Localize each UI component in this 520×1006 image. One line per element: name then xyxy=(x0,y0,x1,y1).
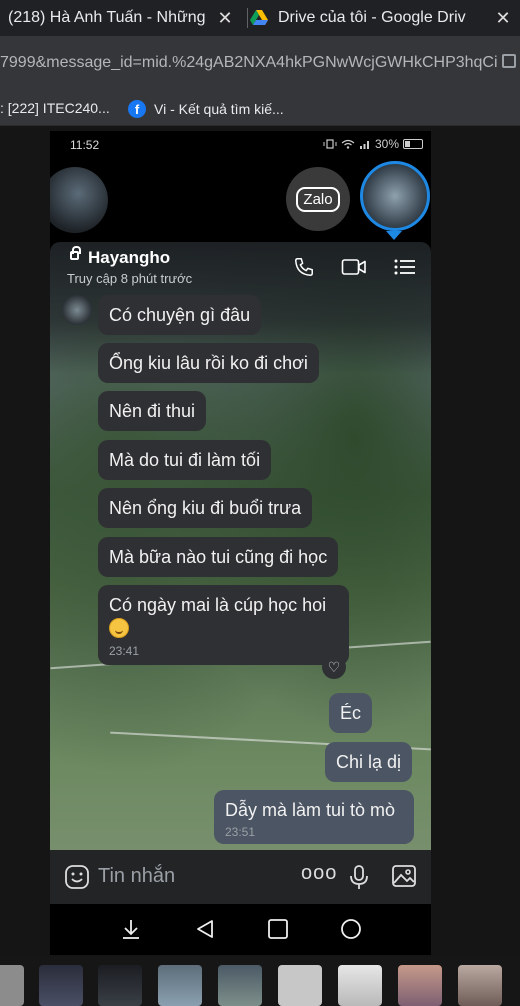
message-text: Nên ổng kiu đi buổi trưa xyxy=(109,498,302,518)
battery-percent: 30% xyxy=(374,137,399,151)
active-chat-head[interactable] xyxy=(360,161,430,231)
message-text: Chi lạ dị xyxy=(336,752,402,772)
thumbnail[interactable] xyxy=(458,965,502,1006)
emoji-sticker-icon[interactable] xyxy=(64,864,90,890)
facebook-icon: f xyxy=(128,100,146,118)
last-seen: Truy cập 8 phút trước xyxy=(67,271,193,286)
thumbnail[interactable] xyxy=(278,965,322,1006)
message-time: 23:51 xyxy=(225,825,256,839)
thumbnail[interactable] xyxy=(338,965,382,1006)
thumbnail[interactable] xyxy=(0,965,24,1006)
message-time: 23:41 xyxy=(109,644,140,658)
recents-icon[interactable] xyxy=(267,918,289,940)
incoming-message[interactable]: Ổng kiu lâu rồi ko đi chơi xyxy=(98,343,319,383)
thumbnail-strip xyxy=(0,957,520,1006)
message-text: Dẫy mà làm tui tò mò xyxy=(225,800,396,820)
microphone-icon[interactable] xyxy=(349,864,369,890)
url-text[interactable]: 7999&message_id=mid.%24gAB2NXA4hkPGNwWcj… xyxy=(0,54,498,72)
incoming-message[interactable]: Có chuyện gì đâu xyxy=(98,295,262,335)
status-time: 11:52 xyxy=(70,138,100,152)
back-icon[interactable] xyxy=(194,918,216,940)
wifi-icon xyxy=(341,139,355,149)
page-action-icon[interactable] xyxy=(502,54,516,68)
outgoing-message[interactable]: Dẫy mà làm tui tò mò 23:51 xyxy=(214,790,414,844)
phone-screenshot: 11:52 30% Zalo Hayangho Truy cập 8 phút … xyxy=(50,131,431,955)
message-text: Có ngày mai là cúp học hoi xyxy=(109,595,327,615)
chat-window: Hayangho Truy cập 8 phút trước Có chuyện… xyxy=(50,242,431,900)
bookmark-itec[interactable]: : [222] ITEC240... xyxy=(0,100,110,116)
tab-divider xyxy=(247,8,248,28)
chat-head-pointer xyxy=(386,231,402,240)
browser-tab-youtube[interactable]: (218) Hà Anh Tuấn - Những ✕ xyxy=(8,0,246,36)
contact-name[interactable]: Hayangho xyxy=(88,248,170,268)
message-text: Có chuyện gì đâu xyxy=(109,305,251,325)
heart-icon[interactable]: ♡ xyxy=(322,655,346,679)
thumbnail[interactable] xyxy=(218,965,262,1006)
zalo-label: Zalo xyxy=(296,186,340,212)
chat-header: Hayangho Truy cập 8 phút trước xyxy=(50,242,431,294)
smiling-face-emoji-icon xyxy=(109,618,129,638)
battery-icon xyxy=(403,139,423,149)
sender-avatar[interactable] xyxy=(62,295,92,325)
lock-icon xyxy=(70,246,81,260)
browser-tab-drive[interactable]: Drive của tôi - Google Driv ✕ xyxy=(250,0,518,36)
phone-call-icon[interactable] xyxy=(293,256,315,278)
message-text: Éc xyxy=(340,703,362,723)
android-nav-bar xyxy=(50,904,431,955)
incoming-message[interactable]: Nên ổng kiu đi buổi trưa xyxy=(98,488,313,528)
message-text: Nên đi thui xyxy=(109,401,196,421)
bookmarks-bar: : [222] ITEC240... f Vi - Kết quả tìm ki… xyxy=(0,92,520,126)
hide-keyboard-icon[interactable] xyxy=(120,918,142,940)
message-text: Mà do tui đi làm tối xyxy=(109,450,261,470)
home-icon[interactable] xyxy=(340,918,362,940)
vibrate-icon xyxy=(323,139,337,149)
outgoing-message[interactable]: Chi lạ dị xyxy=(325,742,413,782)
address-bar[interactable]: 7999&message_id=mid.%24gAB2NXA4hkPGNwWcj… xyxy=(0,36,520,92)
incoming-message[interactable]: Nên đi thui xyxy=(98,391,207,431)
status-icons: 30% xyxy=(323,137,423,151)
zalo-chat-head[interactable]: Zalo xyxy=(286,167,350,231)
signal-icon xyxy=(359,141,369,149)
thumbnail[interactable] xyxy=(398,965,442,1006)
incoming-message[interactable]: Mà do tui đi làm tối xyxy=(98,440,272,480)
browser-tab-bar: (218) Hà Anh Tuấn - Những ✕ Drive của tô… xyxy=(0,0,520,36)
status-bar: 11:52 30% xyxy=(50,131,431,159)
menu-list-icon[interactable] xyxy=(393,256,417,278)
more-options-icon[interactable]: ooo xyxy=(301,862,337,885)
video-call-icon[interactable] xyxy=(341,256,367,278)
incoming-message[interactable]: Có ngày mai là cúp học hoi 23:41 xyxy=(98,585,349,665)
close-icon[interactable]: ✕ xyxy=(214,8,236,29)
thumbnail[interactable] xyxy=(39,965,83,1006)
chat-head-avatar[interactable] xyxy=(50,167,108,233)
message-input[interactable]: Tin nhắn xyxy=(98,865,175,888)
incoming-message[interactable]: Mà bữa nào tui cũng đi học xyxy=(98,537,339,577)
message-text: Mà bữa nào tui cũng đi học xyxy=(109,547,328,567)
message-composer: Tin nhắn ooo xyxy=(50,850,431,904)
bookmark-label: Vi - Kết quả tìm kiế... xyxy=(154,101,284,117)
close-icon[interactable]: ✕ xyxy=(492,8,514,29)
google-drive-icon xyxy=(250,10,268,25)
message-text: Ổng kiu lâu rồi ko đi chơi xyxy=(109,353,308,373)
thumbnail[interactable] xyxy=(98,965,142,1006)
tab-title: (218) Hà Anh Tuấn - Những xyxy=(8,9,206,26)
tab-title: Drive của tôi - Google Driv xyxy=(278,9,466,26)
bookmark-label: : [222] ITEC240... xyxy=(0,100,110,116)
image-gallery-icon[interactable] xyxy=(391,864,417,888)
bookmark-facebook[interactable]: f Vi - Kết quả tìm kiế... xyxy=(128,100,284,118)
outgoing-message[interactable]: Éc xyxy=(329,693,373,733)
thumbnail[interactable] xyxy=(158,965,202,1006)
